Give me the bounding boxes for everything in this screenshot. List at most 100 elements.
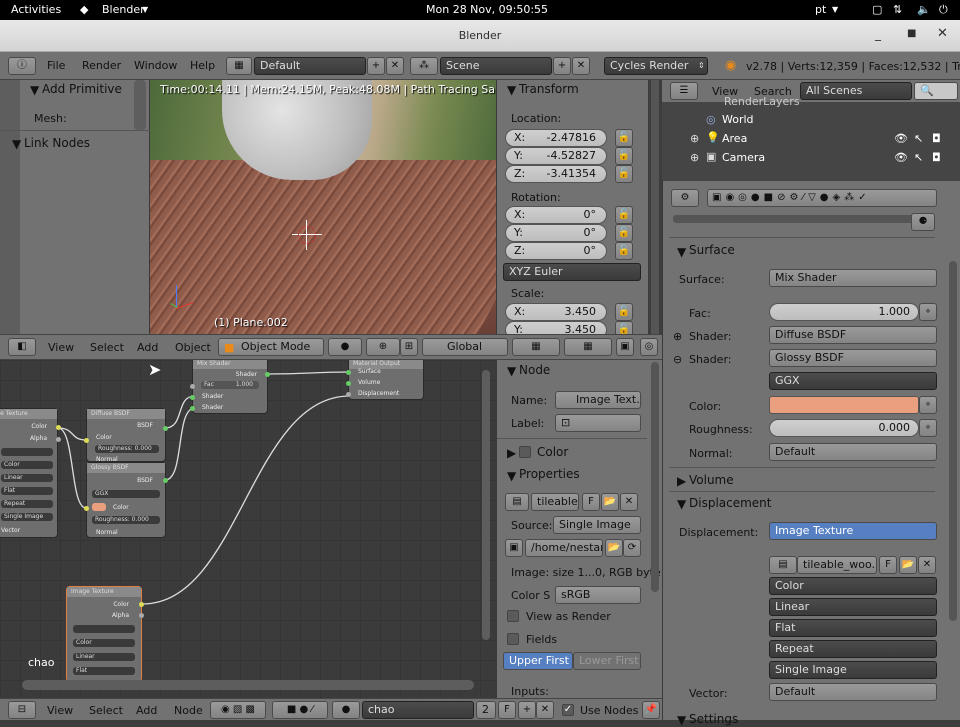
node-material-output[interactable]: Material Output Surface Volume Displacem… <box>348 360 424 400</box>
render-camera-icon[interactable]: ◘ <box>932 132 941 145</box>
info-editor-icon[interactable]: ⓘ <box>8 57 36 75</box>
collapse-triangle-icon[interactable]: ▼ <box>507 83 516 97</box>
rotation-mode-dropdown[interactable]: XYZ Euler <box>503 263 641 281</box>
editor-type-icon[interactable]: ◧ <box>8 338 36 356</box>
transform-header[interactable]: Transform <box>519 82 579 96</box>
layers-icon[interactable]: ▦ <box>564 338 612 356</box>
interpolation-dropdown[interactable]: Linear <box>769 598 937 616</box>
outliner-item-area[interactable]: Area <box>722 132 747 145</box>
link-icon[interactable]: ∘ <box>919 303 937 321</box>
rotation-x-field[interactable]: X: 0° <box>505 206 607 224</box>
add-layout-icon[interactable]: + <box>367 57 385 75</box>
collapse-triangle-icon[interactable]: ▼ <box>677 245 686 259</box>
search-field[interactable]: 🔍 <box>914 82 958 100</box>
open-folder-icon[interactable]: 📂 <box>899 556 917 574</box>
node-socket[interactable] <box>265 372 270 377</box>
distribution-dropdown[interactable]: GGX <box>769 372 937 390</box>
projection-dropdown[interactable]: Flat <box>769 619 937 637</box>
pin-icon[interactable]: 📌 <box>642 701 660 719</box>
node-roughness-field[interactable]: Roughness: 0.000 <box>95 445 159 453</box>
node-socket[interactable] <box>190 395 195 400</box>
lower-first-button[interactable]: Lower First <box>573 652 641 670</box>
node-socket[interactable] <box>139 602 144 607</box>
material-name-field[interactable]: chao <box>362 701 474 719</box>
node-dropdown[interactable]: Color <box>73 639 135 647</box>
open-folder-icon[interactable]: 📂 <box>605 539 623 557</box>
link-icon[interactable]: ∘ <box>919 419 937 437</box>
filepath-field[interactable]: /home/nestan... <box>525 539 603 557</box>
lock-icon[interactable]: 🔓 <box>615 206 633 224</box>
fake-user-button[interactable]: F <box>582 493 600 511</box>
minimize-icon[interactable]: _ <box>875 27 881 41</box>
menu-help[interactable]: Help <box>190 59 215 72</box>
menu-render[interactable]: Render <box>82 59 121 72</box>
color-header[interactable]: Color <box>537 445 568 459</box>
editor-type-icon[interactable]: ☰ <box>670 82 698 100</box>
editor-type-icon[interactable]: ⚙ <box>671 189 699 207</box>
add-primitive-header[interactable]: Add Primitive <box>42 82 122 96</box>
menu-add[interactable]: Add <box>136 704 157 717</box>
outliner-item-world[interactable]: World <box>722 113 754 126</box>
3d-cursor-icon[interactable] <box>292 220 322 250</box>
node-editor[interactable]: Mix Shader Shader Fac 1.000 Shader Shader… <box>0 360 496 698</box>
node-socket[interactable] <box>139 613 144 618</box>
language-indicator[interactable]: pt <box>815 3 826 16</box>
pivot-icon[interactable]: ⊕ <box>366 338 400 356</box>
menu-add[interactable]: Add <box>137 341 158 354</box>
node-image-texture-displacement[interactable]: Image Texture Color Alpha Color Linear F… <box>66 586 142 682</box>
rotation-y-field[interactable]: Y: 0° <box>505 224 607 242</box>
node-color-swatch[interactable] <box>92 503 106 511</box>
menu-select[interactable]: Select <box>89 704 123 717</box>
properties-header[interactable]: Properties <box>519 467 580 481</box>
node-image-selector[interactable] <box>73 625 135 633</box>
node-mix-shader[interactable]: Mix Shader Shader Fac 1.000 Shader Shader <box>192 360 268 414</box>
shader-type-icons[interactable]: ◉ ▧ ▩ <box>210 701 266 719</box>
collapse-triangle-icon[interactable]: ▼ <box>677 497 686 511</box>
surface-header[interactable]: Surface <box>689 243 735 257</box>
normal-field[interactable]: Default <box>769 443 937 461</box>
properties-context-tabs[interactable]: ▣◉◎●■⊘⚙⁄▽●◈⁂✓ <box>707 189 937 207</box>
lock-icon[interactable]: 🔓 <box>615 147 633 165</box>
outliner-item-camera[interactable]: Camera <box>722 151 765 164</box>
color-checkbox[interactable] <box>519 446 531 458</box>
settings-header[interactable]: Settings <box>689 712 738 726</box>
collapse-triangle-icon[interactable]: ▼ <box>677 713 686 727</box>
reload-icon[interactable]: ⟳ <box>623 539 641 557</box>
node-socket[interactable] <box>84 506 89 511</box>
menu-object[interactable]: Object <box>175 341 211 354</box>
collapse-triangle-icon[interactable]: ▼ <box>12 137 21 151</box>
app-menu[interactable]: Blender <box>102 3 145 16</box>
node-dropdown[interactable]: Linear <box>1 474 53 482</box>
location-z-field[interactable]: Z: -3.41354 <box>505 165 607 183</box>
link-icon[interactable]: ∘ <box>919 396 937 414</box>
unlink-icon[interactable]: ✕ <box>620 493 638 511</box>
node-fac-field[interactable]: Fac 1.000 <box>201 381 259 389</box>
render-camera-icon[interactable]: ◘ <box>932 151 941 164</box>
remove-scene-icon[interactable]: ✕ <box>572 57 590 75</box>
node-dropdown[interactable]: Single Image <box>1 513 53 521</box>
vector-field[interactable]: Default <box>769 683 937 701</box>
node-socket[interactable] <box>163 478 168 483</box>
node-socket[interactable] <box>346 370 351 375</box>
vertical-scrollbar[interactable] <box>482 370 490 640</box>
upper-first-button[interactable]: Upper First <box>503 652 573 670</box>
lock-icon[interactable]: 🔓 <box>615 303 633 321</box>
node-header[interactable]: Node <box>519 363 550 377</box>
location-x-field[interactable]: X: -2.47816 <box>505 129 607 147</box>
editor-type-icon[interactable]: ⊟ <box>8 701 36 719</box>
tool-tabs[interactable] <box>0 80 20 334</box>
menu-window[interactable]: Window <box>134 59 177 72</box>
image-browse-icon[interactable]: ▤ <box>769 556 797 574</box>
collapse-triangle-icon[interactable]: ▶ <box>677 474 686 488</box>
add-material-icon[interactable]: + <box>518 701 536 719</box>
collapse-triangle-icon[interactable]: ▼ <box>30 83 39 97</box>
lock-icon[interactable]: 🔓 <box>615 242 633 260</box>
menu-node[interactable]: Node <box>174 704 203 717</box>
expand-icon[interactable]: ⊕ <box>673 330 682 343</box>
node-image-texture[interactable]: Image Texture Color Alpha Color Linear F… <box>0 408 58 538</box>
shader1-field[interactable]: Diffuse BSDF <box>769 326 937 344</box>
node-glossy-bsdf[interactable]: Glossy BSDF BSDF GGX Color Roughness: 0.… <box>86 462 166 538</box>
color-mode-dropdown[interactable]: Color <box>769 577 937 595</box>
displacement-field[interactable]: Image Texture <box>769 522 937 540</box>
roughness-slider[interactable]: 0.000 <box>769 419 919 437</box>
